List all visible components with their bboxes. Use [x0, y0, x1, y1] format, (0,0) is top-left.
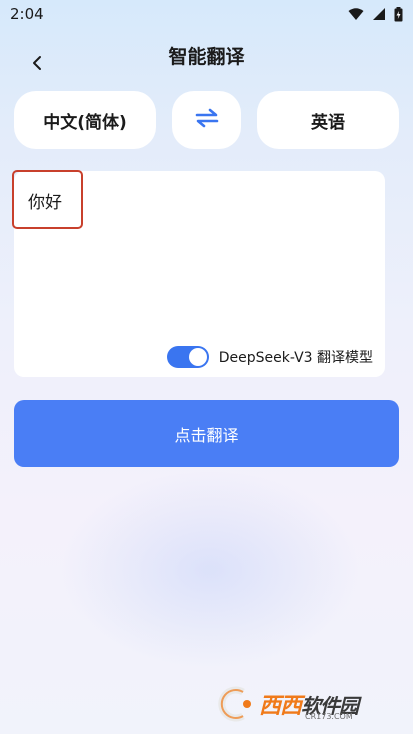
watermark-logo-icon: [213, 686, 259, 722]
background-glow: [60, 470, 360, 670]
source-text-input[interactable]: 你好 DeepSeek-V3 翻译模型: [12, 170, 385, 377]
source-text: 你好: [28, 193, 62, 213]
signal-icon: [372, 7, 386, 21]
status-time: 2:04: [10, 5, 44, 23]
translate-button[interactable]: 点击翻译: [14, 400, 399, 467]
page-title: 智能翻译: [168, 46, 245, 68]
watermark-brand-primary: 西西: [259, 694, 302, 719]
status-icons: [348, 6, 403, 22]
wifi-icon: [348, 7, 364, 21]
swap-arrows-icon: [194, 107, 220, 134]
language-selector-row: 中文(简体) 英语: [14, 91, 399, 149]
model-selector-row: DeepSeek-V3 翻译模型: [166, 346, 373, 368]
target-language-label: 英语: [311, 112, 345, 133]
source-language-button[interactable]: 中文(简体): [14, 91, 156, 149]
status-bar: 2:04: [0, 0, 413, 28]
translate-button-label: 点击翻译: [174, 425, 239, 445]
target-language-button[interactable]: 英语: [257, 91, 399, 149]
battery-icon: [394, 6, 403, 22]
swap-languages-button[interactable]: [172, 91, 241, 149]
model-label: DeepSeek-V3 翻译模型: [218, 350, 373, 366]
watermark: 西西软件园 CR173.COM: [213, 686, 393, 722]
header: 智能翻译: [0, 28, 413, 80]
toggle-knob: [188, 348, 207, 366]
watermark-sub: CR173.COM: [305, 712, 353, 721]
source-language-label: 中文(简体): [43, 112, 127, 133]
model-toggle[interactable]: [166, 346, 209, 368]
